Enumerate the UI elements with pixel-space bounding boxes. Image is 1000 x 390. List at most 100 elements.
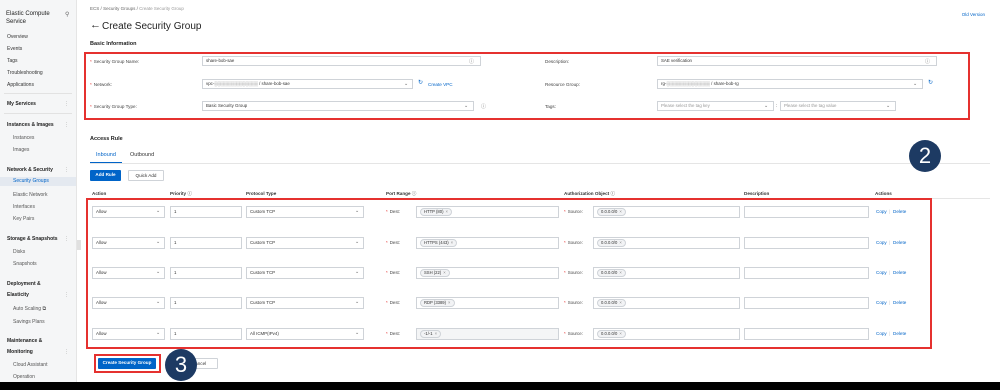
add-rule-button[interactable]: Add Rule [90, 170, 121, 181]
action-select[interactable]: Allow [92, 328, 165, 340]
delete-link[interactable]: Delete [893, 240, 906, 245]
protocol-select[interactable]: All ICMP(IPv4) [246, 328, 364, 340]
protocol-select[interactable]: Custom TCP [246, 206, 364, 218]
sidebar-item-troubleshooting[interactable]: Troubleshooting [7, 70, 43, 76]
description-input[interactable]: SAE verification [657, 56, 937, 66]
more-icon[interactable]: ⋮ [64, 236, 69, 242]
sidebar-item-key-pairs[interactable]: Key Pairs [13, 216, 34, 222]
chevron-down-icon: ⌄ [355, 269, 360, 275]
copy-link[interactable]: Copy [876, 240, 887, 245]
security-group-name-input[interactable]: share-bob-sae [202, 56, 481, 66]
refresh-icon[interactable]: ↻ [928, 79, 933, 86]
resource-group-select[interactable]: rg-░░░░░░░░░░░░░░ / share-bob-rg [657, 79, 923, 89]
sidebar-item-auto-scaling[interactable]: Auto Scaling ⧉ [13, 306, 46, 312]
source-label: * Source: [564, 240, 583, 245]
sidebar-item-security-groups[interactable]: Security Groups [0, 177, 76, 186]
chevron-down-icon: ⌄ [886, 103, 891, 109]
refresh-icon[interactable]: ↻ [418, 79, 423, 86]
sidebar-group-maintenance[interactable]: Maintenance & [7, 338, 42, 344]
sidebar-item-interfaces[interactable]: Interfaces [13, 204, 35, 210]
source-input[interactable]: 0.0.0.0/0 × [593, 237, 740, 249]
more-icon[interactable]: ⋮ [64, 122, 69, 128]
breadcrumb-ecs[interactable]: ECS [90, 6, 99, 11]
port-range-input[interactable]: -1/-1 × [416, 328, 559, 340]
description-input[interactable] [744, 206, 869, 218]
sidebar-item-my-services[interactable]: My Services [7, 101, 36, 107]
sidebar-group-instances-images[interactable]: Instances & Images [7, 122, 54, 128]
action-select[interactable]: Allow [92, 297, 165, 309]
quick-add-button[interactable]: Quick Add [128, 170, 164, 181]
port-tag: -1/-1 × [420, 330, 442, 338]
close-icon: × [619, 240, 622, 245]
priority-input[interactable]: 1 [170, 206, 242, 218]
step-marker-2: 2 [909, 140, 941, 172]
port-tag: HTTPS (443) × [420, 239, 458, 247]
sidebar-item-instances[interactable]: Instances [13, 135, 34, 141]
delete-link[interactable]: Delete [893, 209, 906, 214]
description-input[interactable] [744, 297, 869, 309]
more-icon[interactable]: ⋮ [64, 167, 69, 173]
description-input[interactable] [744, 267, 869, 279]
arrow-left-icon[interactable]: ← [90, 19, 101, 31]
delete-link[interactable]: Delete [893, 331, 906, 336]
description-input[interactable] [744, 237, 869, 249]
sidebar-group-deployment[interactable]: Deployment & [7, 281, 41, 287]
breadcrumb-security-groups[interactable]: Security Groups [103, 6, 135, 11]
priority-input[interactable]: 1 [170, 237, 242, 249]
sidebar-item-events[interactable]: Events [7, 46, 22, 52]
sidebar-item-disks[interactable]: Disks [13, 249, 25, 255]
sidebar-item-snapshots[interactable]: Snapshots [13, 261, 37, 267]
copy-link[interactable]: Copy [876, 209, 887, 214]
more-icon[interactable]: ⋮ [64, 292, 69, 298]
protocol-select[interactable]: Custom TCP [246, 267, 364, 279]
source-input[interactable]: 0.0.0.0/0 × [593, 297, 740, 309]
network-select[interactable]: vpc-░░░░░░░░░░░░░░ / share-bob-sae [202, 79, 413, 89]
sidebar-item-cloud-assistant[interactable]: Cloud Assistant [13, 362, 47, 368]
action-separator: | [889, 331, 891, 336]
port-range-input[interactable]: RDP (3389) × [416, 297, 559, 309]
tab-outbound[interactable]: Outbound [130, 152, 154, 158]
sidebar-item-operation[interactable]: Operation [13, 374, 35, 380]
action-select[interactable]: Allow [92, 267, 165, 279]
tag-value-select[interactable]: Please select the tag value [780, 101, 896, 111]
copy-link[interactable]: Copy [876, 300, 887, 305]
sidebar-group-network-security[interactable]: Network & Security [7, 167, 53, 173]
table-row: Allow ⌄ 1 Custom TCP ⌄ * Dest: RDP (3389) × * Sour… [81, 292, 1000, 314]
create-security-group-button[interactable]: Create Security Group [98, 358, 156, 369]
close-icon: × [619, 270, 622, 275]
more-icon[interactable]: ⋮ [64, 101, 69, 107]
source-input[interactable]: 0.0.0.0/0 × [593, 267, 740, 279]
tab-inbound[interactable]: Inbound [96, 152, 116, 158]
more-icon[interactable]: ⋮ [64, 349, 69, 355]
priority-input[interactable]: 1 [170, 297, 242, 309]
sidebar-item-applications[interactable]: Applications [7, 82, 34, 88]
sidebar-item-elastic-network[interactable]: Elastic Network [13, 192, 47, 198]
copy-link[interactable]: Copy [876, 270, 887, 275]
old-version-link[interactable]: Old Version [962, 12, 985, 17]
sidebar-item-savings-plans[interactable]: Savings Plans [13, 319, 45, 325]
description-input[interactable] [744, 328, 869, 340]
source-input[interactable]: 0.0.0.0/0 × [593, 328, 740, 340]
delete-link[interactable]: Delete [893, 300, 906, 305]
protocol-select[interactable]: Custom TCP [246, 297, 364, 309]
protocol-select[interactable]: Custom TCP [246, 237, 364, 249]
create-vpc-link[interactable]: Create VPC [428, 82, 453, 87]
action-select[interactable]: Allow [92, 237, 165, 249]
source-input[interactable]: 0.0.0.0/0 × [593, 206, 740, 218]
security-group-type-select[interactable]: Basic Security Group [202, 101, 474, 111]
action-select[interactable]: Allow [92, 206, 165, 218]
port-range-input[interactable]: HTTPS (443) × [416, 237, 559, 249]
priority-input[interactable]: 1 [170, 328, 242, 340]
breadcrumb-current: Create Security Group [139, 6, 184, 11]
sidebar-item-tags[interactable]: Tags [7, 58, 18, 64]
delete-link[interactable]: Delete [893, 270, 906, 275]
sidebar-item-images[interactable]: Images [13, 147, 29, 153]
priority-input[interactable]: 1 [170, 267, 242, 279]
port-range-input[interactable]: HTTP (80) × [416, 206, 559, 218]
sidebar-item-overview[interactable]: Overview [7, 34, 28, 40]
sidebar-group-storage-snapshots[interactable]: Storage & Snapshots [7, 236, 58, 242]
copy-link[interactable]: Copy [876, 331, 887, 336]
tag-key-select[interactable]: Please select the tag key [657, 101, 774, 111]
port-range-input[interactable]: SSH (22) × [416, 267, 559, 279]
search-icon[interactable]: ⚲ [65, 11, 69, 18]
